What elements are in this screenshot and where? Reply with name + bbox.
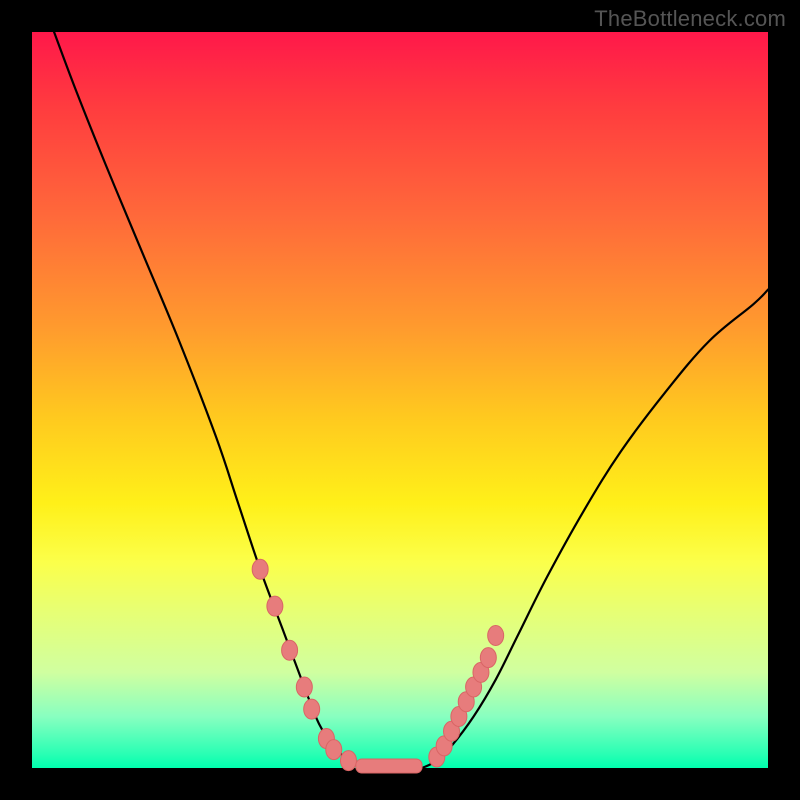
- data-marker: [296, 677, 312, 697]
- left-curve: [54, 32, 363, 768]
- data-marker: [326, 740, 342, 760]
- data-marker: [252, 559, 268, 579]
- plot-area: [32, 32, 768, 768]
- data-marker: [340, 751, 356, 771]
- data-marker: [304, 699, 320, 719]
- data-marker: [267, 596, 283, 616]
- markers-right: [429, 626, 504, 767]
- data-marker: [488, 626, 504, 646]
- data-marker: [480, 648, 496, 668]
- chart-container: TheBottleneck.com: [0, 0, 800, 800]
- curve-layer: [32, 32, 768, 768]
- watermark-text: TheBottleneck.com: [594, 6, 786, 32]
- flat-segment-marker: [356, 759, 422, 773]
- data-marker: [282, 640, 298, 660]
